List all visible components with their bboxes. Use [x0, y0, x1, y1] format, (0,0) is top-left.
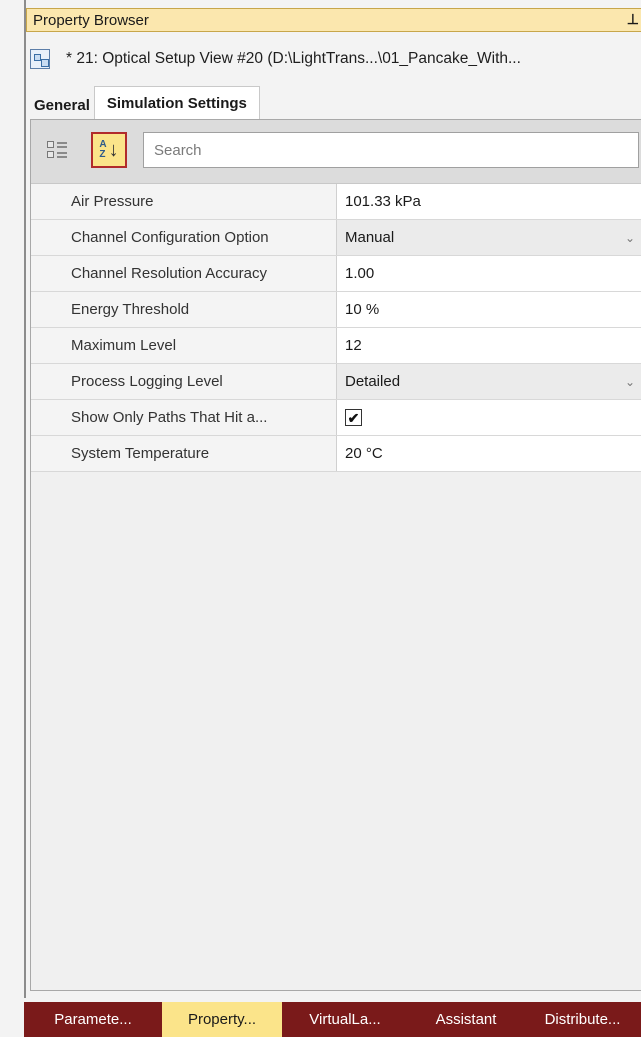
channel-configuration-dropdown[interactable]: Manual ⌄: [337, 220, 641, 255]
property-name[interactable]: Process Logging Level: [31, 364, 337, 399]
tab-simulation-settings[interactable]: Simulation Settings: [93, 86, 260, 120]
sort-letter-z: Z: [99, 149, 106, 160]
property-name[interactable]: System Temperature: [31, 436, 337, 471]
property-name[interactable]: Channel Configuration Option: [31, 220, 337, 255]
property-tabs: General Simulation Settings: [26, 86, 641, 120]
bottom-tab-bar: Paramete... Property... VirtualLa... Ass…: [0, 998, 641, 1037]
optical-setup-icon: [30, 49, 50, 69]
show-only-paths-checkbox[interactable]: ✔: [345, 409, 362, 426]
tab-property-label: Property...: [187, 1011, 257, 1028]
property-row-process-logging-level: Process Logging Level Detailed ⌄: [31, 364, 641, 400]
chevron-down-icon[interactable]: ⌄: [625, 231, 635, 245]
search-input[interactable]: [143, 132, 639, 168]
tab-general-label: General: [34, 96, 90, 114]
document-info: * 21: Optical Setup View #20 (D:\LightTr…: [26, 44, 641, 74]
property-row-maximum-level: Maximum Level 12: [31, 328, 641, 364]
panel-title: Property Browser: [33, 11, 149, 29]
property-name[interactable]: Air Pressure: [31, 184, 337, 219]
tab-distribute[interactable]: Distribute...: [524, 1002, 641, 1037]
tab-assistant[interactable]: Assistant: [408, 1002, 524, 1037]
sort-alphabetical-icon: A Z ↓: [99, 139, 119, 161]
property-grid: Air Pressure 101.33 kPa Channel Configur…: [31, 184, 641, 472]
property-row-show-only-paths: Show Only Paths That Hit a... ✔: [31, 400, 641, 436]
property-name[interactable]: Maximum Level: [31, 328, 337, 363]
chevron-down-icon[interactable]: ⌄: [625, 375, 635, 389]
document-title: * 21: Optical Setup View #20 (D:\LightTr…: [66, 50, 521, 67]
tab-virtuallab-label: VirtualLa...: [309, 1011, 381, 1028]
dropdown-value: Detailed: [345, 373, 401, 390]
property-row-energy-threshold: Energy Threshold 10 %: [31, 292, 641, 328]
property-grid-panel: A Z ↓ Air Pressure 101.33 kPa Channel Co…: [30, 119, 641, 991]
property-name[interactable]: Channel Resolution Accuracy: [31, 256, 337, 291]
tab-virtuallab[interactable]: VirtualLa...: [282, 1002, 408, 1037]
property-name[interactable]: Show Only Paths That Hit a...: [31, 400, 337, 435]
sort-alphabetical-button[interactable]: A Z ↓: [91, 132, 127, 168]
property-name[interactable]: Energy Threshold: [31, 292, 337, 327]
categorized-view-button[interactable]: [39, 132, 75, 168]
property-row-air-pressure: Air Pressure 101.33 kPa: [31, 184, 641, 220]
categorized-view-icon: [47, 140, 67, 160]
property-row-system-temperature: System Temperature 20 °C: [31, 436, 641, 472]
property-value[interactable]: 20 °C: [337, 436, 641, 471]
property-value-checkbox: ✔: [337, 400, 641, 435]
tab-distribute-label: Distribute...: [544, 1011, 621, 1028]
property-value[interactable]: 1.00: [337, 256, 641, 291]
property-value[interactable]: 12: [337, 328, 641, 363]
property-row-channel-configuration-option: Channel Configuration Option Manual ⌄: [31, 220, 641, 256]
property-toolbar: A Z ↓: [31, 120, 641, 184]
property-value[interactable]: 10 %: [337, 292, 641, 327]
pin-icon[interactable]: ⊥: [627, 11, 639, 28]
dropdown-value: Manual: [345, 229, 395, 246]
property-value[interactable]: 101.33 kPa: [337, 184, 641, 219]
tab-simulation-settings-label: Simulation Settings: [106, 95, 247, 112]
tab-assistant-label: Assistant: [435, 1011, 497, 1028]
tab-parameters[interactable]: Paramete...: [24, 1002, 162, 1037]
tab-parameters-label: Paramete...: [54, 1011, 132, 1028]
property-browser-window: Property Browser ⊥ * 21: Optical Setup V…: [24, 0, 641, 1037]
tab-property[interactable]: Property...: [162, 1002, 282, 1037]
process-logging-level-dropdown[interactable]: Detailed ⌄: [337, 364, 641, 399]
tab-general[interactable]: General: [26, 90, 94, 120]
property-row-channel-resolution-accuracy: Channel Resolution Accuracy 1.00: [31, 256, 641, 292]
panel-titlebar[interactable]: Property Browser ⊥: [26, 8, 641, 32]
sort-arrow-icon: ↓: [108, 139, 119, 161]
